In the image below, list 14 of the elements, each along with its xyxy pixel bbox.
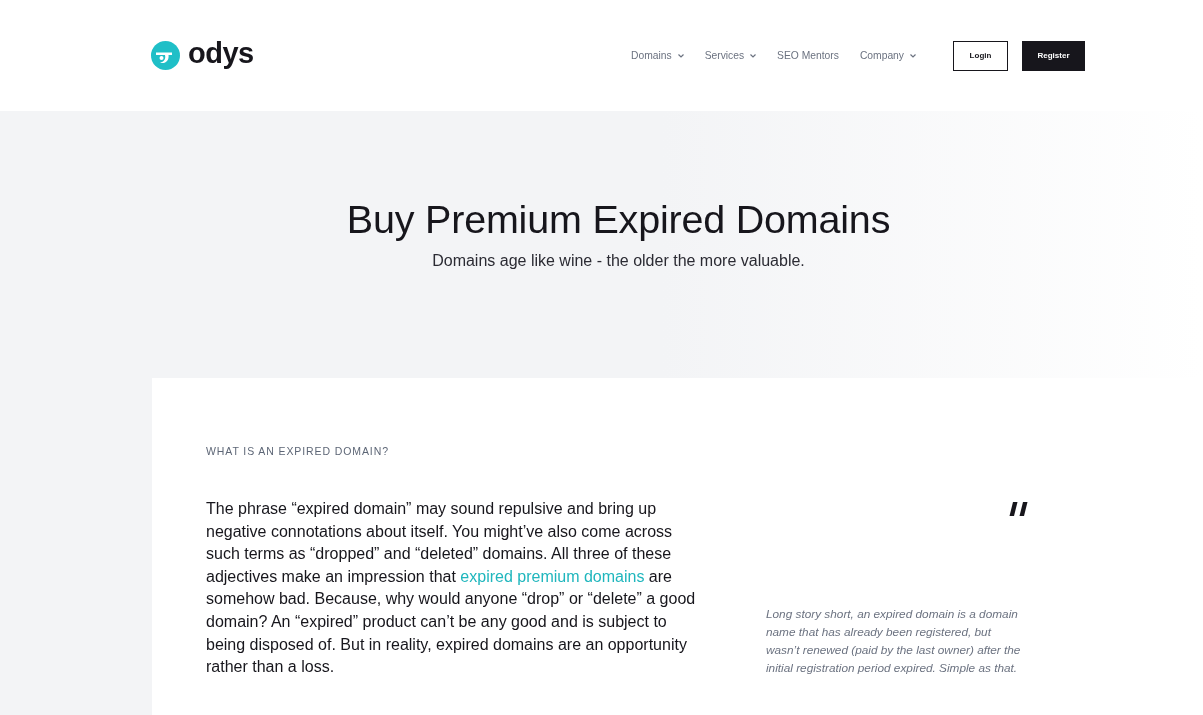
body-paragraph: The phrase “expired domain” may sound repulsive and bring up negative connotations about itself. You might’ve also come across such terms as “dropped” and “deleted” domains. All three of these adjectives make an impression that expired premium domains are somehow bad. Because, why would anyone “drop” or “delete” a good domain? An “expired” product can’t be any good and is subject to being disposed of. But in reality, expired domains are an opportunity rather than a loss. bbox=[206, 499, 697, 678]
register-button[interactable]: Register bbox=[1022, 40, 1085, 71]
nav-link[interactable]: Domains bbox=[631, 50, 684, 61]
logo-icon bbox=[151, 41, 180, 70]
nav-link[interactable]: SEO Mentors bbox=[777, 50, 839, 61]
hero-title: Buy Premium Expired Domains bbox=[346, 198, 891, 242]
quote-icon bbox=[1009, 502, 1028, 516]
nav-link[interactable]: Services bbox=[704, 50, 757, 61]
hero-subtitle: Domains age like wine - the older the more valuable. bbox=[432, 252, 805, 271]
logo-text: odys bbox=[188, 39, 254, 71]
quote-text: Long story short, an expired domain is a domain name that has already been registered, but wasn’t renewed (paid by the last owner) after the initial registration period expired. Simple as that. bbox=[766, 605, 1022, 677]
section-eyebrow: WHAT IS AN EXPIRED DOMAIN? bbox=[206, 445, 389, 457]
nav-link[interactable]: Company bbox=[859, 50, 916, 61]
login-button[interactable]: Login bbox=[953, 40, 1008, 71]
